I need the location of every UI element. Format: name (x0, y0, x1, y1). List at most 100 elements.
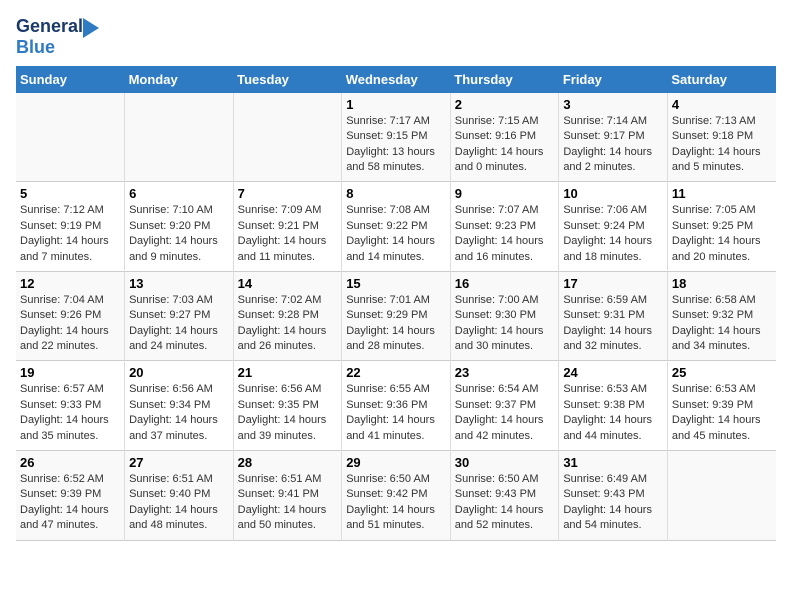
calendar-cell: 2 Sunrise: 7:15 AMSunset: 9:16 PMDaylight… (450, 93, 559, 182)
calendar-cell: 27 Sunrise: 6:51 AMSunset: 9:40 PMDayligh… (125, 451, 234, 541)
day-number: 5 (20, 186, 120, 201)
calendar-cell: 26 Sunrise: 6:52 AMSunset: 9:39 PMDayligh… (16, 451, 125, 541)
calendar-cell: 31 Sunrise: 6:49 AMSunset: 9:43 PMDayligh… (559, 451, 668, 541)
cell-info: Sunrise: 6:56 AMSunset: 9:34 PMDaylight:… (129, 382, 229, 444)
calendar-cell: 28 Sunrise: 6:51 AMSunset: 9:41 PMDayligh… (233, 451, 342, 541)
day-number: 6 (129, 186, 229, 201)
day-number: 1 (346, 97, 446, 112)
week-row-4: 19 Sunrise: 6:57 AMSunset: 9:33 PMDayligh… (16, 361, 776, 451)
cell-info: Sunrise: 6:59 AMSunset: 9:31 PMDaylight:… (563, 293, 663, 355)
logo: General Blue (16, 16, 99, 58)
day-number: 18 (672, 276, 772, 291)
calendar-cell (16, 93, 125, 182)
cell-info: Sunrise: 7:09 AMSunset: 9:21 PMDaylight:… (238, 203, 338, 265)
day-number: 26 (20, 455, 120, 470)
cell-info: Sunrise: 6:50 AMSunset: 9:43 PMDaylight:… (455, 472, 555, 534)
week-row-1: 1 Sunrise: 7:17 AMSunset: 9:15 PMDaylight… (16, 93, 776, 182)
calendar-cell: 1 Sunrise: 7:17 AMSunset: 9:15 PMDaylight… (342, 93, 451, 182)
day-number: 11 (672, 186, 772, 201)
calendar-cell: 5 Sunrise: 7:12 AMSunset: 9:19 PMDaylight… (16, 182, 125, 272)
day-number: 24 (563, 365, 663, 380)
cell-info: Sunrise: 6:53 AMSunset: 9:39 PMDaylight:… (672, 382, 772, 444)
cell-info: Sunrise: 7:04 AMSunset: 9:26 PMDaylight:… (20, 293, 120, 355)
cell-info: Sunrise: 6:51 AMSunset: 9:40 PMDaylight:… (129, 472, 229, 534)
day-number: 30 (455, 455, 555, 470)
calendar-header-row: SundayMondayTuesdayWednesdayThursdayFrid… (16, 66, 776, 93)
cell-info: Sunrise: 7:03 AMSunset: 9:27 PMDaylight:… (129, 293, 229, 355)
calendar-cell: 8 Sunrise: 7:08 AMSunset: 9:22 PMDaylight… (342, 182, 451, 272)
day-number: 31 (563, 455, 663, 470)
header-saturday: Saturday (667, 66, 776, 93)
cell-info: Sunrise: 7:08 AMSunset: 9:22 PMDaylight:… (346, 203, 446, 265)
calendar-cell: 14 Sunrise: 7:02 AMSunset: 9:28 PMDayligh… (233, 271, 342, 361)
day-number: 28 (238, 455, 338, 470)
cell-info: Sunrise: 7:10 AMSunset: 9:20 PMDaylight:… (129, 203, 229, 265)
cell-info: Sunrise: 6:53 AMSunset: 9:38 PMDaylight:… (563, 382, 663, 444)
calendar-table: SundayMondayTuesdayWednesdayThursdayFrid… (16, 66, 776, 541)
calendar-cell: 23 Sunrise: 6:54 AMSunset: 9:37 PMDayligh… (450, 361, 559, 451)
header-friday: Friday (559, 66, 668, 93)
day-number: 9 (455, 186, 555, 201)
week-row-3: 12 Sunrise: 7:04 AMSunset: 9:26 PMDayligh… (16, 271, 776, 361)
day-number: 14 (238, 276, 338, 291)
day-number: 12 (20, 276, 120, 291)
cell-info: Sunrise: 6:54 AMSunset: 9:37 PMDaylight:… (455, 382, 555, 444)
day-number: 25 (672, 365, 772, 380)
day-number: 13 (129, 276, 229, 291)
cell-info: Sunrise: 6:56 AMSunset: 9:35 PMDaylight:… (238, 382, 338, 444)
day-number: 20 (129, 365, 229, 380)
cell-info: Sunrise: 6:52 AMSunset: 9:39 PMDaylight:… (20, 472, 120, 534)
week-row-2: 5 Sunrise: 7:12 AMSunset: 9:19 PMDaylight… (16, 182, 776, 272)
header-tuesday: Tuesday (233, 66, 342, 93)
calendar-cell: 29 Sunrise: 6:50 AMSunset: 9:42 PMDayligh… (342, 451, 451, 541)
cell-info: Sunrise: 7:07 AMSunset: 9:23 PMDaylight:… (455, 203, 555, 265)
logo-arrow-icon (83, 18, 99, 38)
calendar-cell: 6 Sunrise: 7:10 AMSunset: 9:20 PMDaylight… (125, 182, 234, 272)
day-number: 23 (455, 365, 555, 380)
day-number: 29 (346, 455, 446, 470)
cell-info: Sunrise: 7:13 AMSunset: 9:18 PMDaylight:… (672, 114, 772, 176)
cell-info: Sunrise: 6:51 AMSunset: 9:41 PMDaylight:… (238, 472, 338, 534)
logo-text-blue: Blue (16, 38, 55, 58)
cell-info: Sunrise: 7:05 AMSunset: 9:25 PMDaylight:… (672, 203, 772, 265)
logo-text-general: General (16, 17, 83, 37)
header-wednesday: Wednesday (342, 66, 451, 93)
cell-info: Sunrise: 7:17 AMSunset: 9:15 PMDaylight:… (346, 114, 446, 176)
cell-info: Sunrise: 7:01 AMSunset: 9:29 PMDaylight:… (346, 293, 446, 355)
calendar-cell: 18 Sunrise: 6:58 AMSunset: 9:32 PMDayligh… (667, 271, 776, 361)
day-number: 21 (238, 365, 338, 380)
cell-info: Sunrise: 7:00 AMSunset: 9:30 PMDaylight:… (455, 293, 555, 355)
calendar-cell: 24 Sunrise: 6:53 AMSunset: 9:38 PMDayligh… (559, 361, 668, 451)
cell-info: Sunrise: 7:12 AMSunset: 9:19 PMDaylight:… (20, 203, 120, 265)
calendar-cell: 12 Sunrise: 7:04 AMSunset: 9:26 PMDayligh… (16, 271, 125, 361)
cell-info: Sunrise: 7:02 AMSunset: 9:28 PMDaylight:… (238, 293, 338, 355)
calendar-cell: 19 Sunrise: 6:57 AMSunset: 9:33 PMDayligh… (16, 361, 125, 451)
calendar-cell: 17Sunrise: 6:59 AMSunset: 9:31 PMDayligh… (559, 271, 668, 361)
cell-info: Sunrise: 6:55 AMSunset: 9:36 PMDaylight:… (346, 382, 446, 444)
calendar-cell: 21 Sunrise: 6:56 AMSunset: 9:35 PMDayligh… (233, 361, 342, 451)
calendar-cell: 3Sunrise: 7:14 AMSunset: 9:17 PMDaylight… (559, 93, 668, 182)
day-number: 10 (563, 186, 663, 201)
calendar-cell: 20 Sunrise: 6:56 AMSunset: 9:34 PMDayligh… (125, 361, 234, 451)
calendar-cell: 16 Sunrise: 7:00 AMSunset: 9:30 PMDayligh… (450, 271, 559, 361)
calendar-cell: 22Sunrise: 6:55 AMSunset: 9:36 PMDayligh… (342, 361, 451, 451)
header-monday: Monday (125, 66, 234, 93)
cell-info: Sunrise: 7:15 AMSunset: 9:16 PMDaylight:… (455, 114, 555, 176)
calendar-cell (125, 93, 234, 182)
cell-info: Sunrise: 7:06 AMSunset: 9:24 PMDaylight:… (563, 203, 663, 265)
cell-info: Sunrise: 6:58 AMSunset: 9:32 PMDaylight:… (672, 293, 772, 355)
day-number: 19 (20, 365, 120, 380)
calendar-cell: 13 Sunrise: 7:03 AMSunset: 9:27 PMDayligh… (125, 271, 234, 361)
cell-info: Sunrise: 6:57 AMSunset: 9:33 PMDaylight:… (20, 382, 120, 444)
day-number: 27 (129, 455, 229, 470)
calendar-cell: 9 Sunrise: 7:07 AMSunset: 9:23 PMDaylight… (450, 182, 559, 272)
day-number: 7 (238, 186, 338, 201)
day-number: 2 (455, 97, 555, 112)
day-number: 4 (672, 97, 772, 112)
cell-info: Sunrise: 6:50 AMSunset: 9:42 PMDaylight:… (346, 472, 446, 534)
day-number: 8 (346, 186, 446, 201)
day-number: 16 (455, 276, 555, 291)
cell-info: Sunrise: 6:49 AMSunset: 9:43 PMDaylight:… (563, 472, 663, 534)
day-number: 15 (346, 276, 446, 291)
calendar-cell: 30 Sunrise: 6:50 AMSunset: 9:43 PMDayligh… (450, 451, 559, 541)
